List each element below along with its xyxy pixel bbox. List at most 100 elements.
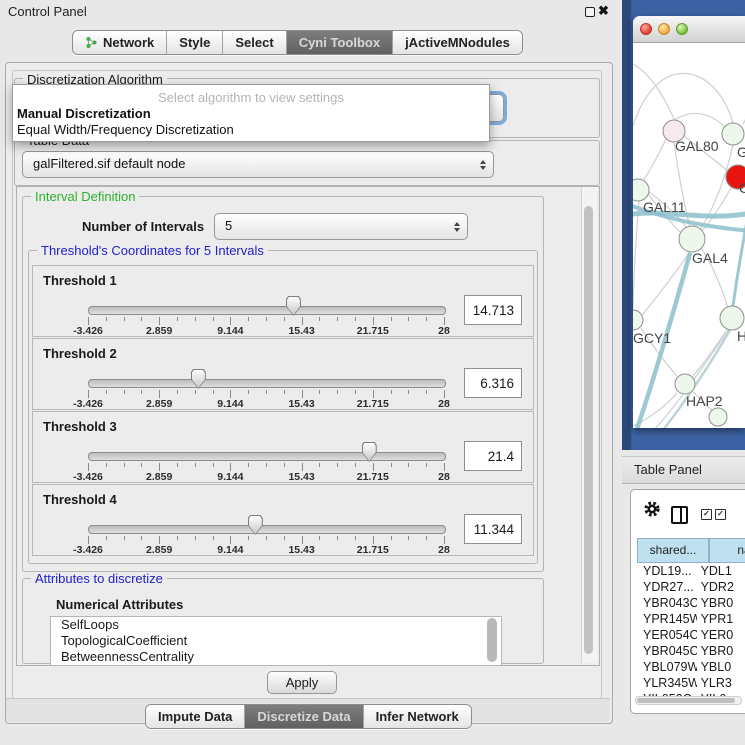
network-node-hap2[interactable] xyxy=(675,374,695,394)
cell-shared-name[interactable]: YLR345W xyxy=(637,675,697,691)
network-node-g[interactable] xyxy=(722,123,744,145)
slider-track[interactable] xyxy=(88,379,446,388)
cell-shared-name[interactable]: YBR043C xyxy=(637,595,697,611)
checkbox-icon[interactable]: ✓ xyxy=(701,509,712,520)
network-node-gal11[interactable] xyxy=(633,179,649,201)
slider-tick-labels: -3.4262.8599.14415.4321.71528 xyxy=(88,544,444,555)
vertical-scrollbar-thumb[interactable] xyxy=(584,206,593,654)
cell-name[interactable]: YDL1 xyxy=(697,563,745,579)
tick-mark xyxy=(337,317,338,321)
network-view-window: GAL80GCGAL11GAL4GCY1HHAP2 xyxy=(633,16,745,428)
cell-name[interactable]: YPR1 xyxy=(697,611,745,627)
attribute-item[interactable]: BetweennessCentrality xyxy=(51,649,501,665)
cell-name[interactable]: YDR2 xyxy=(697,579,745,595)
table-data-combobox[interactable]: galFiltered.sif default node xyxy=(22,151,494,178)
bottom-tab-bar: Impute Data Discretize Data Infer Network xyxy=(145,704,472,729)
tick-label: 15.43 xyxy=(288,398,314,410)
popup-item[interactable]: Equal Width/Frequency Discretization xyxy=(17,122,234,137)
tab-infer-network[interactable]: Infer Network xyxy=(363,705,471,728)
tab-select[interactable]: Select xyxy=(222,31,285,54)
threshold-value-field[interactable]: 6.316 xyxy=(464,368,522,398)
zoom-traffic-light-icon[interactable] xyxy=(676,23,688,35)
cell-name[interactable]: YBR0 xyxy=(697,595,745,611)
network-edge[interactable] xyxy=(633,201,639,310)
horizontal-scrollbar-track[interactable] xyxy=(635,696,742,705)
table-row[interactable]: YBL079WYBL0 xyxy=(637,659,745,675)
column-layout-icon[interactable] xyxy=(671,506,688,524)
number-of-intervals-label: Number of Intervals xyxy=(82,219,204,234)
column-header-name[interactable]: na xyxy=(709,538,745,563)
tick-mark xyxy=(302,390,303,398)
table-row[interactable]: YBR043CYBR0 xyxy=(637,595,745,611)
table-row[interactable]: YLR345WYLR3 xyxy=(637,675,745,691)
cell-name[interactable]: YER0 xyxy=(697,627,745,643)
popup-item[interactable]: Manual Discretization xyxy=(17,106,151,121)
cell-shared-name[interactable]: YER054C xyxy=(637,627,697,643)
tick-mark xyxy=(124,317,125,321)
cell-shared-name[interactable]: YPR145W xyxy=(637,611,697,627)
threshold-value-field[interactable]: 21.4 xyxy=(464,441,522,471)
tab-jactivemnodules[interactable]: jActiveMNodules xyxy=(392,31,522,54)
tick-label: 9.144 xyxy=(217,325,243,337)
close-traffic-light-icon[interactable] xyxy=(640,23,652,35)
apply-button[interactable]: Apply xyxy=(267,671,337,694)
checkbox-icon[interactable]: ✓ xyxy=(715,509,726,520)
stepper-icon[interactable] xyxy=(454,222,460,232)
column-header-shared[interactable]: shared... xyxy=(637,538,709,563)
cell-name[interactable]: YBR0 xyxy=(697,643,745,659)
tick-mark xyxy=(124,463,125,467)
threshold-value-field[interactable]: 11.344 xyxy=(464,514,522,544)
network-node-gal4[interactable] xyxy=(679,226,705,252)
cell-shared-name[interactable]: YDL19... xyxy=(637,563,697,579)
number-of-intervals-combobox[interactable]: 5 xyxy=(214,213,468,240)
network-node-gcy1[interactable] xyxy=(633,310,643,330)
network-node[interactable] xyxy=(709,408,727,426)
tab-discretize-data[interactable]: Discretize Data xyxy=(244,705,362,728)
table-row[interactable]: YDR27...YDR2 xyxy=(637,579,745,595)
tick-label: 15.43 xyxy=(288,325,314,337)
threshold-value-field[interactable]: 14.713 xyxy=(464,295,522,325)
close-icon[interactable]: ✖ xyxy=(598,3,609,19)
slider-track[interactable] xyxy=(88,525,446,534)
network-window-titlebar[interactable] xyxy=(633,16,745,43)
attributes-list-scrollbar-thumb[interactable] xyxy=(487,618,497,662)
tab-cyni-toolbox[interactable]: Cyni Toolbox xyxy=(286,31,392,54)
node-label: C xyxy=(739,180,745,196)
stepper-icon[interactable] xyxy=(480,160,486,170)
network-canvas[interactable]: GAL80GCGAL11GAL4GCY1HHAP2 xyxy=(633,42,745,428)
slider-track[interactable] xyxy=(88,306,446,315)
network-node-h[interactable] xyxy=(720,306,744,330)
cell-shared-name[interactable]: YBL079W xyxy=(637,659,697,675)
tick-mark xyxy=(355,536,356,540)
group-title: Attributes to discretize xyxy=(31,572,167,585)
table-row[interactable]: YER054CYER0 xyxy=(637,627,745,643)
cell-name[interactable]: YBL0 xyxy=(697,659,745,675)
network-edge[interactable] xyxy=(643,139,666,181)
slider-track[interactable] xyxy=(88,452,446,461)
table-row[interactable]: YPR145WYPR1 xyxy=(637,611,745,627)
table-row[interactable]: YBR045CYBR0 xyxy=(637,643,745,659)
network-edge[interactable] xyxy=(693,328,728,376)
attributes-list[interactable]: SelfLoopsTopologicalCoefficientBetweenne… xyxy=(50,616,502,666)
tick-mark xyxy=(355,390,356,394)
tab-network[interactable]: Network xyxy=(73,31,166,54)
minimize-traffic-light-icon[interactable] xyxy=(658,23,670,35)
table-row[interactable]: YDL19...YDL1 xyxy=(637,563,745,579)
tick-mark xyxy=(302,463,303,471)
cell-shared-name[interactable]: YDR27... xyxy=(637,579,697,595)
cell-name[interactable]: YLR3 xyxy=(697,675,745,691)
tick-mark xyxy=(88,317,89,325)
gear-icon[interactable] xyxy=(643,500,661,518)
threshold-label: Threshold 1 xyxy=(43,273,117,288)
float-window-button[interactable] xyxy=(585,7,595,17)
tick-mark xyxy=(248,536,249,540)
cell-shared-name[interactable]: YBR045C xyxy=(637,643,697,659)
slider-ticks xyxy=(88,390,444,398)
tick-mark xyxy=(444,463,445,471)
attribute-item[interactable]: TopologicalCoefficient xyxy=(51,633,501,649)
tab-label: Discretize Data xyxy=(257,709,350,724)
tab-style[interactable]: Style xyxy=(166,31,222,54)
attribute-item[interactable]: SelfLoops xyxy=(51,617,501,633)
tab-impute-data[interactable]: Impute Data xyxy=(146,705,244,728)
horizontal-scrollbar-thumb[interactable] xyxy=(637,698,735,703)
